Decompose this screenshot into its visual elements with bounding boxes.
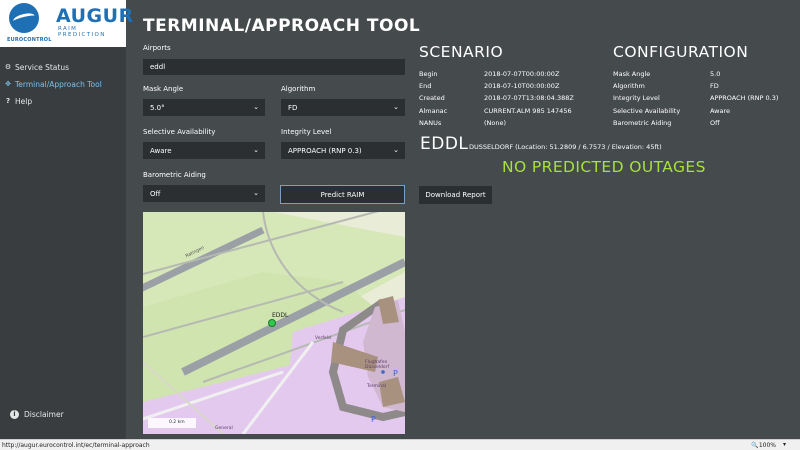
chevron-down-icon[interactable]: ▾ [783,441,786,448]
configuration-key: Algorithm [613,82,645,91]
download-report-button[interactable]: Download Report [419,186,492,204]
mask-angle-label: Mask Angle [143,85,184,93]
configuration-value: 5.0 [710,70,721,78]
configuration-key: Integrity Level [613,94,660,103]
configuration-value: Aware [710,106,731,115]
configuration-values: 5.0 FD APPROACH (RNP 0.3) Aware Off [710,68,778,129]
configuration-value: Off [710,118,720,127]
algorithm-select[interactable]: FD ⌄ [281,99,405,116]
sidebar: AUGUR RAIM PREDICTION EUROCONTROL ⚙ Serv… [0,0,133,439]
configuration-value: APPROACH (RNP 0.3) [710,94,779,103]
scenario-value: (None) [484,118,507,127]
scenario-value: 2018-07-10T00:00:00Z [484,82,560,91]
disclaimer-label: Disclaimer [24,410,64,419]
prediction-status: NO PREDICTED OUTAGES [502,158,706,176]
scenario-value: 2018-07-07T00:00:00Z [484,70,560,78]
zoom-value: 100% [758,442,776,449]
scenario-key: Begin [419,70,438,78]
map-canvas: P P [143,212,405,434]
chevron-down-icon: ⌄ [393,146,399,154]
target-icon: ✥ [5,80,11,88]
sidebar-item-terminal-approach[interactable]: ✥ Terminal/Approach Tool [0,76,126,92]
sidebar-item-label: Terminal/Approach Tool [15,79,102,89]
logo-org: EUROCONTROL [7,37,52,43]
algorithm-label: Algorithm [281,85,316,93]
map-scale-bar: 0.2 km [169,420,185,425]
predict-raim-button[interactable]: Predict RAIM [280,185,405,204]
scenario-keys: Begin End Created Almanac NANUs [419,68,447,129]
airport-map[interactable]: P P EDDL Ratingen Flughafen Düsseldorf T… [143,212,405,434]
configuration-keys: Mask Angle Algorithm Integrity Level Sel… [613,68,680,129]
sidebar-item-service-status[interactable]: ⚙ Service Status [0,59,126,75]
scenario-key: End [419,82,432,91]
browser-status-bar: http://augur.eurocontrol.int/ec/terminal… [0,439,800,450]
logo-subtitle: RAIM PREDICTION [58,26,106,38]
airport-location: DUSSELDORF (Location: 51.2809 / 6.7573 /… [469,143,662,151]
chevron-down-icon: ⌄ [253,189,259,197]
sidebar-item-help[interactable]: ? Help [0,93,126,109]
configuration-key: Mask Angle [613,70,651,78]
info-icon: i [10,410,19,419]
status-url: http://augur.eurocontrol.int/ec/terminal… [2,442,150,449]
airports-input[interactable]: eddl [143,59,405,75]
augur-logo[interactable]: AUGUR RAIM PREDICTION EUROCONTROL [0,0,133,47]
map-road-label: Flughafen Düsseldorf [365,360,390,370]
svg-text:P: P [393,369,398,378]
barometric-aiding-value: Off [150,189,161,198]
scenario-key: NANUs [419,118,442,127]
scenario-title: SCENARIO [419,43,504,61]
scenario-key: Created [419,94,445,103]
selective-availability-label: Selective Availability [143,128,216,136]
chevron-down-icon: ⌄ [393,103,399,111]
configuration-key: Selective Availability [613,106,681,115]
map-road-label: General [215,426,233,431]
selective-availability-select[interactable]: Aware ⌄ [143,142,265,159]
mask-angle-select[interactable]: 5.0° ⌄ [143,99,265,116]
scenario-values: 2018-07-07T00:00:00Z 2018-07-10T00:00:00… [484,68,574,129]
map-airport-label: EDDL [272,312,289,319]
mask-angle-value: 5.0° [150,103,165,112]
configuration-key: Barometric Aiding [613,118,672,127]
barometric-aiding-label: Barometric Aiding [143,171,206,179]
integrity-level-label: Integrity Level [281,128,332,136]
page-title: TERMINAL/APPROACH TOOL [143,16,421,36]
configuration-value: FD [710,82,719,91]
airports-label: Airports [143,44,171,52]
eurocontrol-globe-icon [9,3,39,33]
disclaimer-link[interactable]: i Disclaimer [10,410,64,419]
zoom-level[interactable]: 🔍100% [751,442,776,449]
map-road-label: Terminal [367,384,387,389]
svg-text:P: P [371,415,376,424]
integrity-level-value: APPROACH (RNP 0.3) [288,146,362,155]
integrity-level-select[interactable]: APPROACH (RNP 0.3) ⌄ [281,142,405,159]
question-icon: ? [5,97,11,105]
selective-availability-value: Aware [150,146,172,155]
map-road-label: Verfeld [315,336,331,341]
chevron-down-icon: ⌄ [253,146,259,154]
barometric-aiding-select[interactable]: Off ⌄ [143,185,265,202]
gear-icon: ⚙ [4,63,12,71]
airport-icao: EDDL [420,134,469,154]
sidebar-item-label: Help [15,96,33,106]
configuration-title: CONFIGURATION [613,43,749,61]
algorithm-value: FD [288,103,298,112]
logo-brand: AUGUR [56,5,134,27]
scenario-key: Almanac [419,106,448,115]
scenario-value: 2018-07-07T13:08:04.388Z [484,94,574,103]
scenario-value: CURRENT.ALM 985 147456 [484,106,572,115]
chevron-down-icon: ⌄ [253,103,259,111]
sidebar-item-label: Service Status [15,62,70,72]
